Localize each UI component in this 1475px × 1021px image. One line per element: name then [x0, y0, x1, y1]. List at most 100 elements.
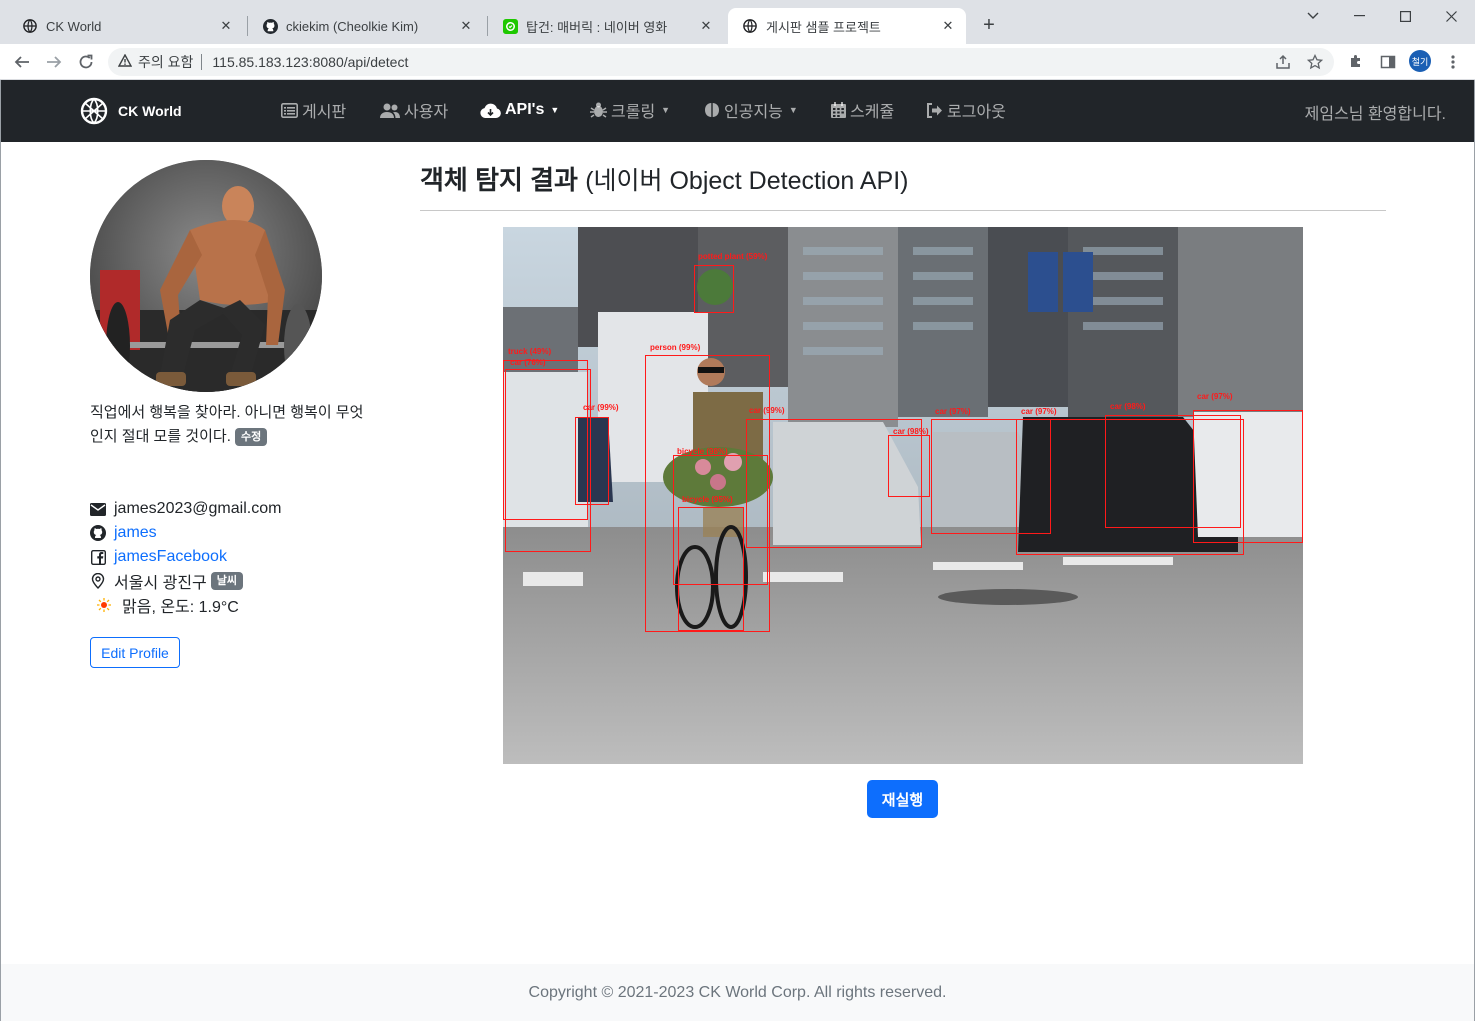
- detection-label: car (97%): [935, 407, 971, 416]
- maximize-icon[interactable]: [1382, 0, 1428, 32]
- nav-label: 스케쥴: [850, 104, 895, 121]
- edit-bio-badge[interactable]: 수정: [235, 428, 268, 446]
- contact-facebook: jamesFacebook: [90, 545, 410, 569]
- envelope-icon: [90, 501, 106, 517]
- omnibox-divider: [201, 54, 203, 70]
- nav-item-schedule[interactable]: 스케쥴: [831, 98, 894, 122]
- nav-item-crawling[interactable]: 크롤링 ▼: [590, 98, 670, 122]
- browser-tab-bar: CK World ✕ ckiekim (Cheolkie Kim) ✕ 탑건: …: [0, 0, 1475, 44]
- sun-icon: [96, 597, 112, 613]
- nav-item-ai[interactable]: 인공지능 ▼: [704, 98, 798, 122]
- caret-down-icon: ▼: [788, 105, 798, 115]
- detection-box: [575, 417, 609, 505]
- weather-badge[interactable]: 날씨: [210, 572, 244, 590]
- github-link[interactable]: james: [114, 524, 157, 542]
- forward-icon[interactable]: [40, 48, 68, 76]
- close-icon[interactable]: ✕: [218, 18, 234, 34]
- caret-down-icon: ▼: [661, 105, 671, 115]
- profile-bio: 직업에서 행복을 찾아라. 아니면 행복이 무엇 인지 절대 모를 것이다. 수…: [90, 401, 390, 449]
- tab-search-icon[interactable]: [1290, 0, 1336, 32]
- profile-photo: [90, 160, 322, 392]
- new-tab-button[interactable]: +: [976, 12, 1002, 38]
- profile-avatar[interactable]: 철기: [1409, 50, 1431, 72]
- title-main: 객체 탐지 결과: [420, 165, 578, 195]
- list-icon: [281, 102, 298, 118]
- sign-out-icon: [926, 102, 943, 118]
- window-close-icon[interactable]: [1428, 0, 1474, 32]
- github-icon: [262, 18, 278, 34]
- calendar-icon: [831, 102, 846, 118]
- contact-weather: 맑음, 온도: 1.9°C: [96, 593, 416, 617]
- detection-result-image: potted plant (59%) truck (49%) car (76%)…: [503, 227, 1303, 764]
- title-divider: [420, 210, 1386, 211]
- brand-link[interactable]: CK World: [80, 94, 210, 128]
- nav-label: 크롤링: [611, 104, 656, 121]
- minimize-icon[interactable]: [1336, 0, 1382, 32]
- detection-label: bicycle (95%): [682, 495, 733, 504]
- brand-name: CK World: [118, 103, 182, 119]
- nav-label: 게시판: [302, 104, 347, 121]
- warning-icon[interactable]: [117, 53, 133, 70]
- detection-label: truck (49%): [508, 347, 552, 356]
- facebook-link[interactable]: jamesFacebook: [114, 548, 227, 566]
- contact-github: james: [90, 521, 410, 545]
- nav-item-apis[interactable]: API's ▼: [480, 98, 559, 122]
- nav-item-users[interactable]: 사용자: [380, 98, 448, 122]
- browser-tab-naver[interactable]: 탑건: 매버릭 : 네이버 영화 ✕: [488, 8, 724, 44]
- share-icon[interactable]: [1271, 50, 1295, 74]
- nav-item-board[interactable]: 게시판: [281, 98, 346, 122]
- detection-label: person (99%): [650, 343, 701, 352]
- detection-box: [888, 435, 930, 497]
- page-title: 객체 탐지 결과 (네이버 Object Detection API): [420, 160, 908, 197]
- reload-icon[interactable]: [72, 48, 100, 76]
- address-bar[interactable]: 주의 요함 115.85.183.123:8080/api/detect: [108, 48, 1334, 76]
- footer: Copyright © 2021-2023 CK World Corp. All…: [1, 964, 1474, 1021]
- detection-label: car (97%): [1197, 392, 1233, 401]
- bio-text-line1: 직업에서 행복을 찾아라. 아니면 행복이 무엇: [90, 404, 364, 421]
- close-icon[interactable]: ✕: [940, 18, 956, 34]
- menu-dots-icon[interactable]: [1441, 50, 1465, 74]
- welcome-text: 제임스님 환영합니다.: [1304, 106, 1446, 123]
- map-pin-icon: [90, 573, 106, 589]
- contact-email: james2023@gmail.com: [90, 497, 410, 521]
- email-text: james2023@gmail.com: [114, 500, 282, 517]
- github-icon: [90, 525, 106, 541]
- security-label[interactable]: 주의 요함: [138, 52, 193, 72]
- copyright-text: Copyright © 2021-2023 CK World Corp. All…: [528, 983, 947, 1001]
- tab-title: CK World: [46, 18, 102, 34]
- rerun-button[interactable]: 재실행: [867, 780, 938, 818]
- extensions-icon[interactable]: [1344, 50, 1368, 74]
- window-border: [0, 80, 1, 1021]
- tab-title: 탑건: 매버릭 : 네이버 영화: [526, 19, 668, 35]
- close-icon[interactable]: ✕: [458, 18, 474, 34]
- detection-box: [1193, 410, 1303, 543]
- globe-icon: [742, 18, 758, 34]
- detection-label: car (99%): [583, 403, 619, 412]
- globe-logo-icon: [80, 97, 108, 125]
- detection-box: [694, 265, 734, 313]
- close-icon[interactable]: ✕: [698, 18, 714, 34]
- detection-label: car (98%): [1110, 402, 1146, 411]
- detection-label: potted plant (59%): [698, 252, 768, 261]
- address-text: 서울시 광진구: [114, 575, 207, 592]
- naver-icon: [502, 18, 518, 34]
- brain-icon: [704, 102, 720, 118]
- nav-item-logout[interactable]: 로그아웃: [926, 98, 1006, 122]
- title-sub: (네이버 Object Detection API): [585, 167, 909, 195]
- globe-icon: [22, 18, 38, 34]
- back-icon[interactable]: [8, 48, 36, 76]
- bookmark-star-icon[interactable]: [1303, 50, 1327, 74]
- weather-text: 맑음, 온도: 1.9°C: [122, 599, 239, 616]
- detection-label: car (76%): [510, 358, 546, 367]
- browser-toolbar: 주의 요함 115.85.183.123:8080/api/detect: [0, 44, 1475, 80]
- url-text[interactable]: 115.85.183.123:8080/api/detect: [212, 54, 408, 70]
- nav-label: 인공지능: [724, 104, 783, 121]
- side-panel-icon[interactable]: [1376, 50, 1400, 74]
- bio-text-line2: 인지 절대 모를 것이다.: [90, 428, 231, 445]
- facebook-icon: [90, 549, 106, 565]
- browser-tab-ckworld[interactable]: CK World ✕: [8, 8, 244, 44]
- browser-tab-github[interactable]: ckiekim (Cheolkie Kim) ✕: [248, 8, 484, 44]
- browser-tab-active[interactable]: 게시판 샘플 프로젝트 ✕: [728, 8, 966, 44]
- edit-profile-button[interactable]: Edit Profile: [90, 637, 180, 668]
- tab-title: 게시판 샘플 프로젝트: [766, 19, 881, 35]
